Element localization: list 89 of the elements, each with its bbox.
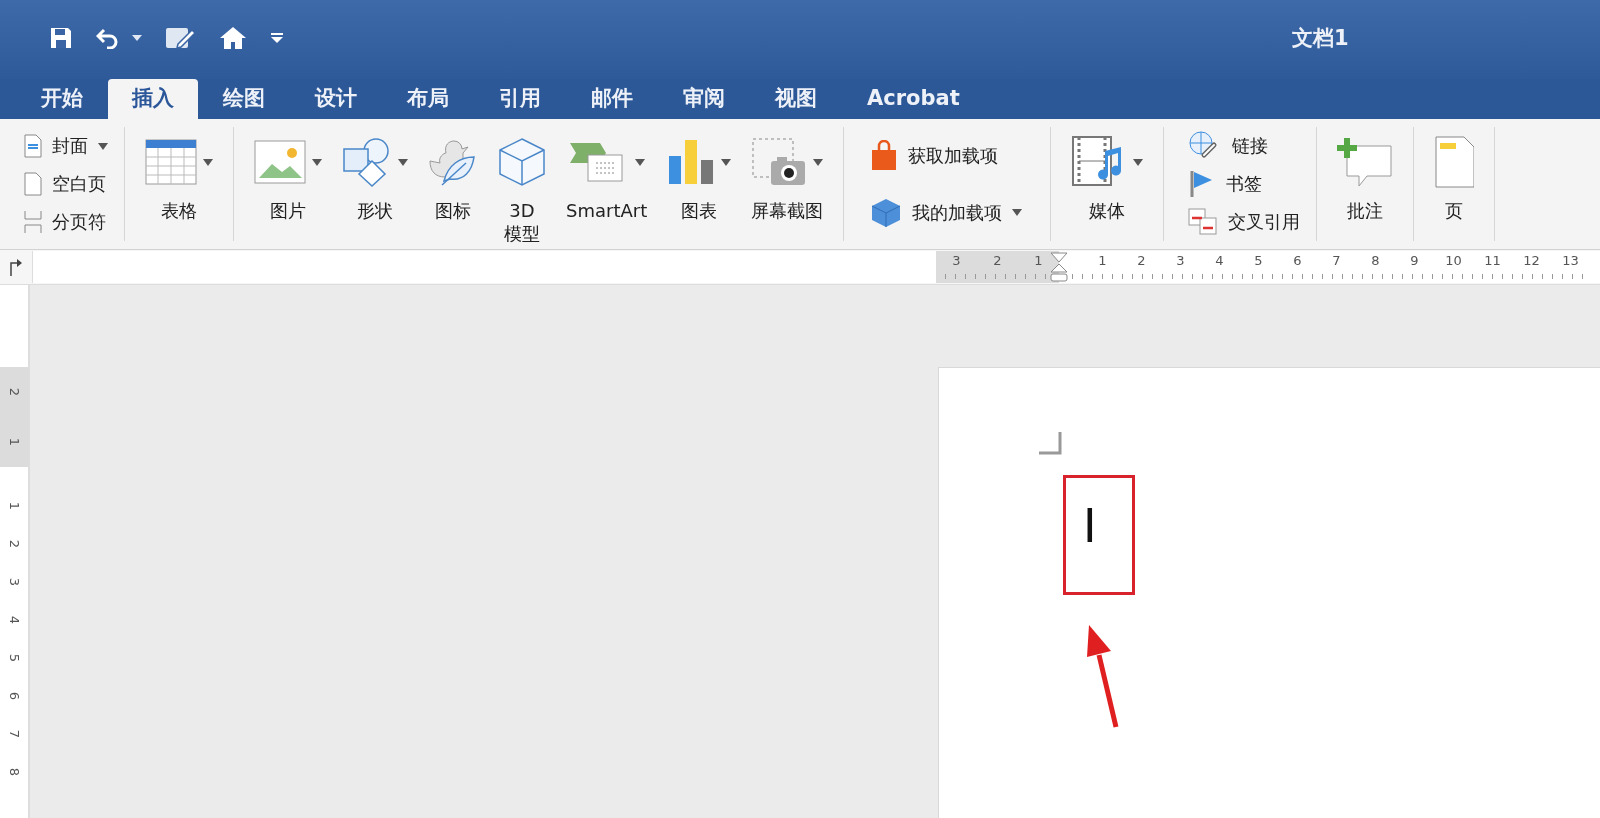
caret-icon[interactable] (813, 158, 824, 166)
ruler-number: 1 (1097, 252, 1108, 270)
ribbon-button[interactable]: 表格 (135, 127, 223, 241)
caret-icon[interactable] (312, 158, 322, 166)
comment-icon (1337, 136, 1394, 188)
caret-icon[interactable] (203, 158, 213, 166)
shapes-icon (342, 137, 392, 187)
caret-icon[interactable] (398, 158, 408, 166)
ribbon-button[interactable]: SmartArt (556, 127, 658, 241)
ribbon-button[interactable]: 获取加载项 (870, 138, 1023, 173)
camera-icon (751, 137, 808, 187)
ribbon-tab[interactable]: 布局 (382, 79, 474, 119)
ruler-number: 7 (6, 729, 23, 739)
ribbon-button[interactable]: 3D 模型 (488, 127, 556, 241)
ribbon-button[interactable]: 我的加载项 (870, 195, 1023, 230)
ribbon-button[interactable]: 屏幕截图 (741, 127, 834, 241)
caret-icon[interactable] (1133, 158, 1144, 166)
cubes-icon (870, 197, 903, 228)
ribbon-tab[interactable]: 开始 (16, 79, 108, 119)
ribbon-button[interactable]: 空白页 (24, 167, 108, 201)
margin-corner-icon (1039, 432, 1063, 456)
ruler-number: 2 (6, 387, 23, 397)
caret-icon[interactable] (634, 158, 645, 166)
ribbon-button[interactable]: 图标 (418, 127, 488, 241)
duck-and-leaf-icon (428, 137, 478, 187)
ruler-number: 1 (1034, 252, 1043, 268)
ribbon-tab[interactable]: 引用 (474, 79, 566, 119)
cross-reference-icon (1188, 208, 1219, 236)
picture-icon (254, 140, 306, 184)
ribbon-button[interactable]: 书签 (1188, 167, 1301, 201)
ruler-number: 8 (1370, 252, 1381, 270)
caret-icon[interactable] (721, 158, 732, 166)
ruler-number: 10 (1444, 252, 1463, 270)
ribbon-button[interactable]: 批注 (1327, 127, 1404, 241)
ruler-number: 5 (1253, 252, 1264, 270)
ribbon-button[interactable]: 链接 (1188, 129, 1301, 163)
ruler-number: 3 (1175, 252, 1186, 270)
customize-icon[interactable] (270, 32, 284, 44)
ribbon-tab[interactable]: 设计 (290, 79, 382, 119)
ruler-number: 5 (6, 653, 23, 663)
ruler-number: 12 (1522, 252, 1541, 270)
cover-page-icon (24, 134, 42, 158)
document-text: I (1083, 498, 1097, 554)
ribbon-button[interactable]: 媒体 (1061, 127, 1154, 241)
ruler-number: 6 (1292, 252, 1303, 270)
ruler-number: 3 (952, 252, 961, 268)
ribbon-button[interactable]: 图表 (657, 127, 742, 241)
bar-chart-icon (667, 138, 716, 186)
indent-marker-icon[interactable] (1049, 251, 1069, 283)
ribbon-button[interactable]: 形状 (332, 127, 418, 241)
ruler-number: 6 (6, 691, 23, 701)
ruler-number: 9 (1409, 252, 1420, 270)
ruler-number: 2 (993, 252, 1002, 268)
caret-icon[interactable] (98, 142, 108, 150)
caret-icon[interactable] (132, 35, 142, 41)
ruler-number: 4 (6, 615, 23, 625)
ribbon-tab[interactable]: 插入 (108, 79, 198, 119)
ribbon-button[interactable]: 图片 (244, 127, 332, 241)
ruler-number: 1 (6, 501, 23, 511)
tab-selector-icon[interactable] (8, 258, 22, 276)
blank-page-icon (24, 172, 42, 196)
ruler-number: 3 (6, 577, 23, 587)
caret-icon[interactable] (1012, 209, 1023, 216)
save-icon[interactable] (48, 25, 74, 51)
ruler-number: 1 (6, 437, 23, 447)
document-page[interactable]: I (938, 367, 1600, 818)
table-icon (145, 139, 197, 185)
shopping-bag-icon (870, 139, 899, 172)
ribbon-tab[interactable]: 视图 (750, 79, 842, 119)
ribbon-tab[interactable]: 绘图 (198, 79, 290, 119)
ruler-number: 13 (1561, 252, 1580, 270)
ruler-number: 7 (1331, 252, 1342, 270)
ribbon-button[interactable]: 分页符 (24, 205, 108, 239)
ruler-number: 11 (1483, 252, 1502, 270)
ruler-number: 2 (1136, 252, 1147, 270)
ribbon-button[interactable]: 封面 (24, 129, 108, 163)
ribbon-button[interactable]: 交叉引用 (1188, 205, 1301, 239)
ruler-number: 4 (1214, 252, 1225, 270)
ribbon-tab[interactable]: Acrobat (842, 79, 985, 119)
ruler-number: 2 (6, 539, 23, 549)
home-icon[interactable] (218, 25, 248, 51)
ruler-number: 8 (6, 767, 23, 777)
window-title: 文档1 (1292, 25, 1349, 52)
page-break-icon (24, 210, 42, 234)
page-icon (1434, 135, 1475, 189)
cube-icon (498, 137, 546, 187)
ribbon-tab[interactable]: 审阅 (658, 79, 750, 119)
ribbon-tab[interactable]: 邮件 (566, 79, 658, 119)
ribbon-button[interactable]: 页 (1424, 127, 1485, 241)
